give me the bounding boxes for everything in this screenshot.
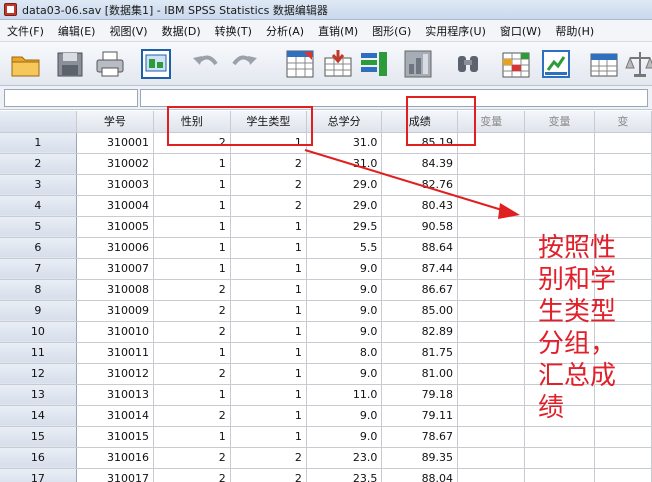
annotation-note: 按照性别和学生类型分组，汇总成绩 [538,233,617,423]
